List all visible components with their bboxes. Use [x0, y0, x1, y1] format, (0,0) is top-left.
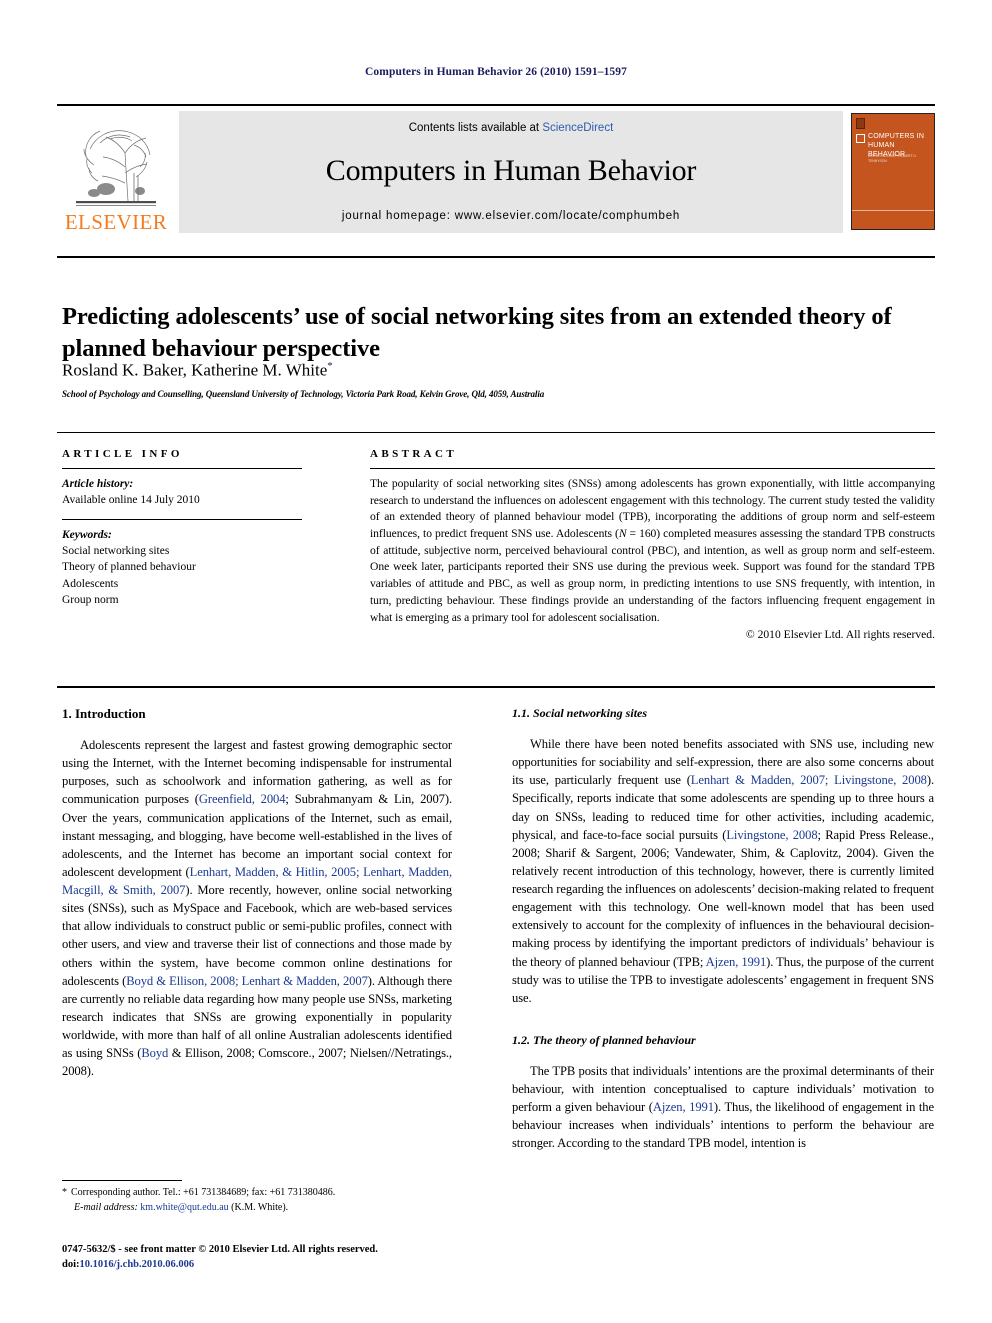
article-history-value: Available online 14 July 2010 — [62, 494, 200, 507]
abstract-bottom-divider — [57, 686, 935, 688]
footnote-marker: * — [62, 1187, 67, 1198]
citation-link[interactable]: Lenhart, Madden, & Hitlin, 2005; Lenhart… — [62, 865, 452, 897]
author-names: Rosland K. Baker, Katherine M. White — [62, 360, 328, 380]
title-divider — [57, 256, 935, 258]
citation-link[interactable]: Livingstone, 2008 — [834, 773, 927, 787]
paragraph-sns: While there have been noted benefits ass… — [512, 737, 934, 1005]
keyword-item: Theory of planned behaviour — [62, 561, 196, 574]
citation-link[interactable]: Ajzen, 1991 — [653, 1100, 714, 1114]
corresponding-author-footnote: * Corresponding author. Tel.: +61 7313846… — [62, 1186, 462, 1215]
footnote-email-line: E-mail address: km.white@qut.edu.au (K.M… — [62, 1201, 462, 1216]
email-owner: (K.M. White). — [231, 1201, 289, 1213]
article-history-label: Article history: — [62, 478, 134, 490]
corresponding-author-marker: * — [327, 360, 333, 372]
body-column-right: 1.1. Social networking sites While there… — [512, 706, 934, 1153]
email-link[interactable]: km.white@qut.edu.au — [140, 1202, 228, 1213]
abstract-column: ABSTRACT The popularity of social networ… — [370, 448, 935, 641]
citation-link[interactable]: Greenfield, 2004 — [199, 792, 286, 806]
doi-link[interactable]: 10.1016/j.chb.2010.06.006 — [80, 1259, 195, 1270]
cover-divider — [852, 210, 934, 211]
contents-prefix: Contents lists available at — [408, 122, 543, 134]
abstract-heading: ABSTRACT — [370, 448, 458, 460]
citation-link[interactable]: Boyd — [126, 974, 153, 988]
article-info-rule — [62, 468, 302, 469]
footnote-divider — [62, 1180, 182, 1181]
citation-link[interactable]: Lenhart & Madden, 2007; Livingstone, 200… — [691, 773, 927, 787]
journal-masthead: ELSEVIER Contents lists available at Sci… — [57, 104, 935, 235]
journal-cover-thumbnail: COMPUTERS IN HUMAN BEHAVIOR EDITOR-IN-CH… — [851, 113, 935, 230]
keyword-item: Adolescents — [62, 577, 119, 590]
abstract-rule — [370, 468, 935, 469]
elsevier-wordmark: ELSEVIER — [64, 210, 168, 234]
footnote-text: Corresponding author. Tel.: +61 73138468… — [71, 1187, 336, 1198]
keyword-item: Group norm — [62, 593, 119, 606]
section-heading-social-networking-sites: 1.1. Social networking sites — [512, 706, 648, 720]
citation-link[interactable]: Boyd — [141, 1046, 168, 1060]
keywords-label: Keywords: — [62, 528, 112, 541]
abstract-text: The popularity of social networking site… — [370, 477, 935, 624]
paragraph-tpb: The TPB posits that individuals’ intenti… — [512, 1063, 934, 1151]
page-title: Predicting adolescents’ use of social ne… — [62, 303, 892, 362]
info-divider — [57, 432, 935, 433]
running-head: Computers in Human Behavior 26 (2010) 15… — [365, 66, 627, 78]
section-heading-introduction: 1. Introduction — [62, 706, 146, 721]
citation-link[interactable]: Boyd & Ellison, 2008; Lenhart & Madden, … — [126, 974, 368, 988]
author-list: Rosland K. Baker, Katherine M. White* — [62, 360, 922, 381]
section-heading-theory-of-planned-behaviour: 1.2. The theory of planned behaviour — [512, 1032, 696, 1047]
journal-band: Contents lists available at ScienceDirec… — [179, 111, 843, 233]
sciencedirect-link[interactable]: ScienceDirect — [542, 122, 613, 134]
issn-line: 0747-5632/$ - see front matter © 2010 El… — [62, 1244, 378, 1255]
doi-label: doi: — [62, 1258, 80, 1270]
journal-homepage[interactable]: journal homepage: www.elsevier.com/locat… — [342, 210, 680, 222]
article-info-heading: ARTICLE INFO — [62, 448, 183, 460]
contents-available-line: Contents lists available at ScienceDirec… — [409, 122, 614, 134]
imprint-block: 0747-5632/$ - see front matter © 2010 El… — [62, 1243, 492, 1273]
journal-title: Computers in Human Behavior — [325, 154, 697, 187]
paper-page: Computers in Human Behavior 26 (2010) 15… — [0, 0, 992, 1323]
citation-link[interactable]: Livingstone, 2008 — [726, 828, 817, 842]
keyword-item: Social networking sites — [62, 544, 170, 557]
doi-line: doi:10.1016/j.chb.2010.06.006 — [62, 1258, 492, 1273]
cover-square-icon — [856, 134, 865, 143]
elsevier-logo: ELSEVIER — [57, 111, 175, 235]
cover-subtitle: EDITOR-IN-CHIEF: ROBERT D. TENNYSON — [868, 154, 917, 164]
cover-publisher-icon — [856, 118, 865, 129]
body-column-left: 1. Introduction Adolescents represent th… — [62, 706, 452, 1080]
paragraph-introduction-1: Adolescents represent the largest and fa… — [62, 738, 452, 1079]
citation-link[interactable]: Ajzen, 1991 — [706, 955, 767, 969]
affiliation: School of Psychology and Counselling, Qu… — [62, 389, 545, 399]
article-info-column: ARTICLE INFO Article history: Available … — [62, 448, 302, 608]
keywords-rule — [62, 518, 302, 520]
email-label: E-mail address: — [74, 1201, 138, 1213]
abstract-copyright: © 2010 Elsevier Ltd. All rights reserved… — [745, 628, 935, 642]
elsevier-tree-icon — [70, 123, 162, 211]
